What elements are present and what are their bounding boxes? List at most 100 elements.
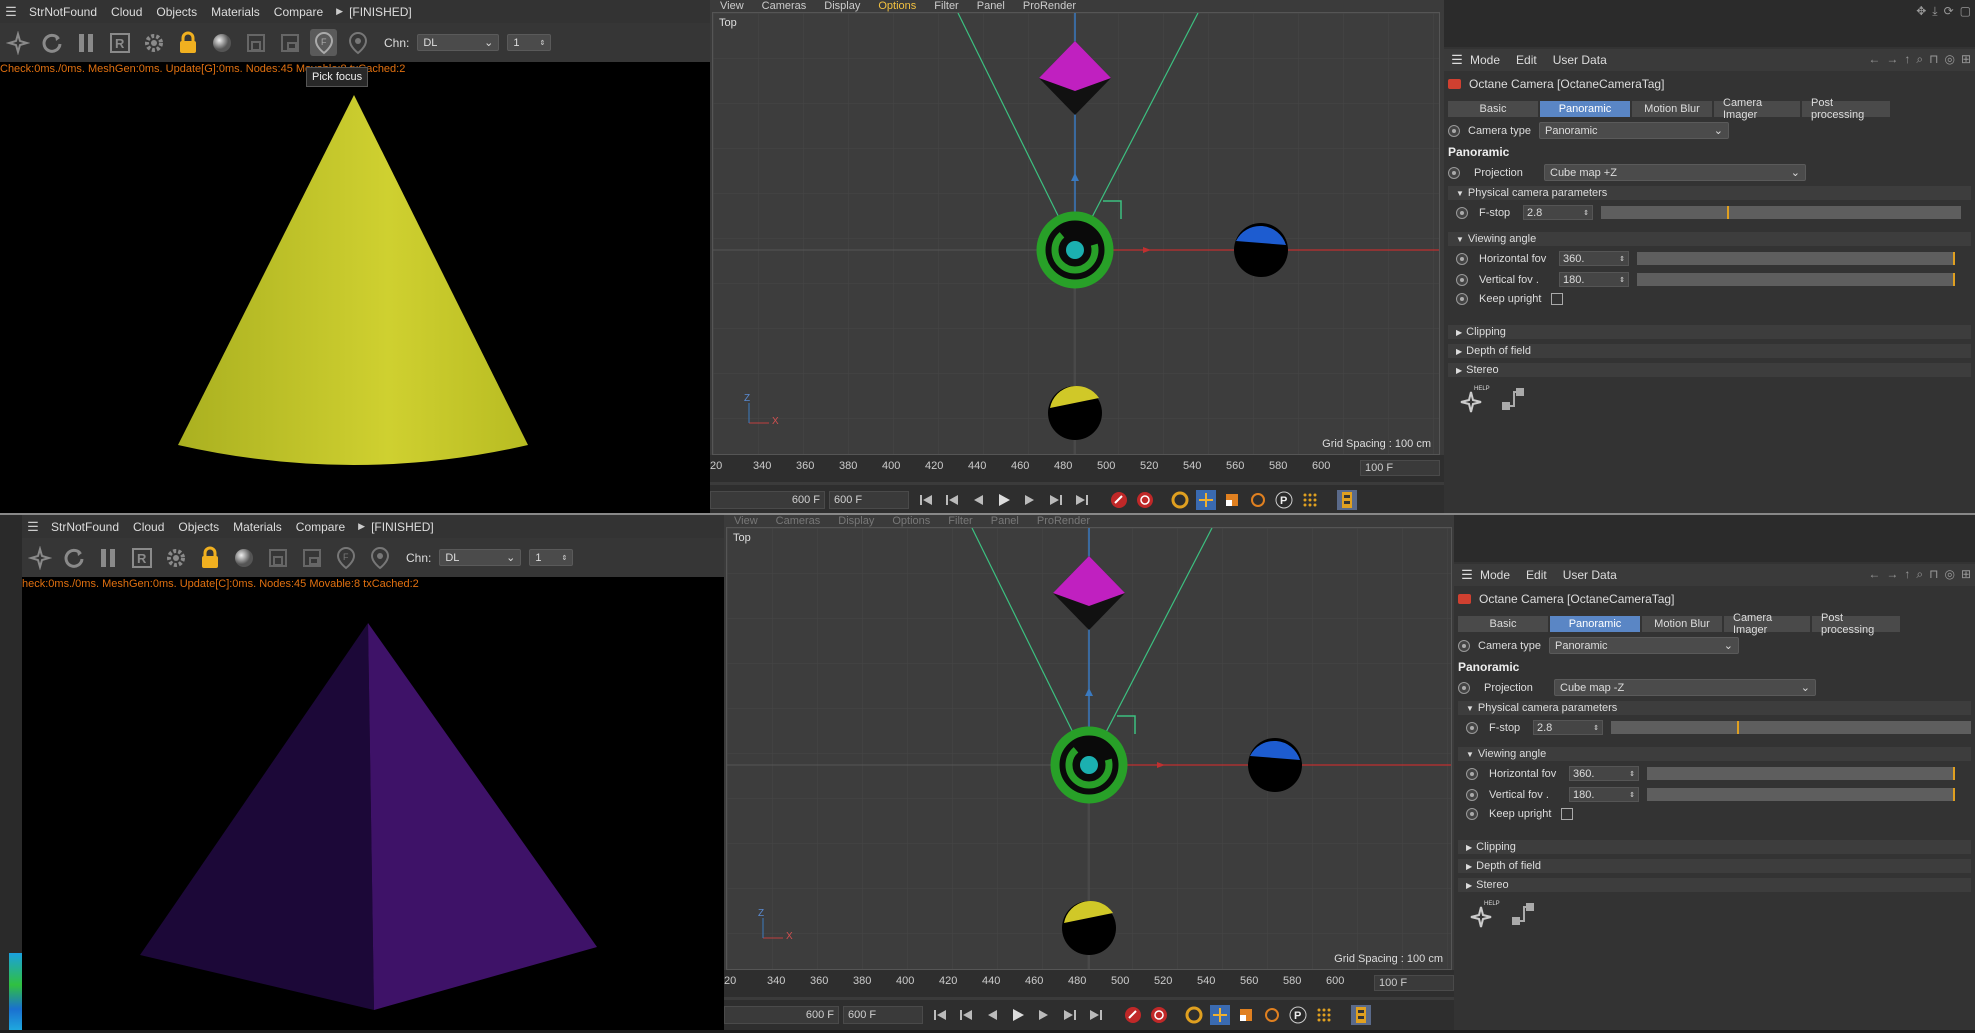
vfov-field[interactable]: 180. ⇕ bbox=[1569, 787, 1639, 802]
vp-menu-prorender[interactable]: ProRender bbox=[1023, 0, 1076, 12]
keep-upright-anim-icon[interactable] bbox=[1466, 808, 1478, 820]
attr-menu-userdata[interactable]: User Data bbox=[1553, 53, 1607, 67]
timeline-layout-icon[interactable] bbox=[1351, 1005, 1371, 1025]
timeline-layout-icon[interactable] bbox=[1337, 490, 1357, 510]
pick-focus-icon[interactable]: F bbox=[310, 29, 337, 56]
keyframe-selection-icon[interactable] bbox=[1170, 490, 1190, 510]
attr-menu-edit[interactable]: Edit bbox=[1516, 53, 1537, 67]
vfov-slider[interactable] bbox=[1637, 273, 1955, 286]
material-ball-icon[interactable] bbox=[208, 29, 235, 56]
octane-send-scene-icon[interactable] bbox=[26, 544, 53, 571]
hfov-slider-marker[interactable] bbox=[1953, 252, 1955, 265]
pla-key-icon[interactable] bbox=[1314, 1005, 1334, 1025]
tab-panoramic[interactable]: Panoramic bbox=[1540, 101, 1630, 117]
scale-key-icon[interactable] bbox=[1236, 1005, 1256, 1025]
vp-menu-panel[interactable]: Panel bbox=[977, 0, 1005, 12]
fstop-slider-marker[interactable] bbox=[1727, 206, 1729, 219]
group-clipping[interactable]: ▶ Clipping bbox=[1458, 840, 1971, 854]
material-ball-icon[interactable] bbox=[230, 544, 257, 571]
hfov-slider[interactable] bbox=[1637, 252, 1955, 265]
forward-arrow-icon[interactable]: → bbox=[1886, 567, 1898, 582]
forward-arrow-icon[interactable]: → bbox=[1886, 52, 1898, 67]
go-to-start-icon[interactable] bbox=[930, 1005, 950, 1025]
parameter-key-icon[interactable]: P bbox=[1274, 490, 1294, 510]
group-clipping[interactable]: ▶ Clipping bbox=[1448, 325, 1971, 339]
next-key-icon[interactable] bbox=[1046, 490, 1066, 510]
fstop-slider-marker[interactable] bbox=[1737, 721, 1739, 734]
pause-icon[interactable] bbox=[72, 29, 99, 56]
hfov-anim-icon[interactable] bbox=[1466, 767, 1478, 780]
pick-material-icon[interactable] bbox=[366, 544, 393, 571]
hfov-field[interactable]: 360. ⇕ bbox=[1569, 766, 1639, 781]
node-editor-icon[interactable] bbox=[1498, 385, 1528, 418]
camera-type-anim-icon[interactable] bbox=[1448, 124, 1460, 137]
region-render-icon[interactable]: R bbox=[128, 544, 155, 571]
tab-panoramic[interactable]: Panoramic bbox=[1550, 616, 1640, 632]
move-icon[interactable]: ✥ bbox=[1916, 4, 1926, 19]
settings-gear-icon[interactable] bbox=[162, 544, 189, 571]
frame-start-field[interactable]: 600 F bbox=[710, 491, 825, 509]
pla-key-icon[interactable] bbox=[1300, 490, 1320, 510]
pick-focus-icon[interactable]: F bbox=[332, 544, 359, 571]
viewport-view-label[interactable]: Top bbox=[719, 17, 737, 29]
play-icon[interactable] bbox=[994, 490, 1014, 510]
record-icon[interactable] bbox=[1109, 490, 1129, 510]
frame-end-field[interactable]: 600 F bbox=[829, 491, 909, 509]
vp-menu-cameras[interactable]: Cameras bbox=[762, 0, 807, 12]
node-editor-icon[interactable] bbox=[1508, 900, 1538, 933]
menu-strnotfound[interactable]: StrNotFound bbox=[29, 5, 97, 19]
vp-menu-display[interactable]: Display bbox=[824, 0, 860, 12]
fstop-slider[interactable] bbox=[1611, 721, 1971, 734]
fstop-field[interactable]: 2.8 ⇕ bbox=[1523, 205, 1593, 220]
search-icon[interactable]: ⌕ bbox=[1916, 567, 1923, 582]
vp-menu-filter[interactable]: Filter bbox=[934, 0, 958, 12]
back-arrow-icon[interactable]: ← bbox=[1868, 52, 1880, 67]
clay-mode-icon[interactable] bbox=[242, 29, 269, 56]
vp-menu-options[interactable]: Options bbox=[878, 0, 916, 12]
search-icon[interactable]: ⌕ bbox=[1916, 52, 1923, 67]
octane-help-icon[interactable]: HELP bbox=[1456, 386, 1490, 418]
keep-upright-checkbox[interactable] bbox=[1551, 293, 1564, 305]
vfov-slider[interactable] bbox=[1647, 788, 1955, 801]
restart-icon[interactable] bbox=[38, 29, 65, 56]
back-arrow-icon[interactable]: ← bbox=[1868, 567, 1880, 582]
target-icon[interactable]: ◎ bbox=[1944, 567, 1954, 582]
attr-menu-userdata[interactable]: User Data bbox=[1563, 568, 1617, 582]
group-physical-camera[interactable]: ▼ Physical camera parameters bbox=[1448, 186, 1971, 200]
new-window-icon[interactable]: ⊞ bbox=[1961, 52, 1971, 67]
vp-menu-prorender[interactable]: ProRender bbox=[1037, 515, 1090, 527]
menu-cloud[interactable]: Cloud bbox=[133, 520, 164, 534]
group-stereo[interactable]: ▶ Stereo bbox=[1458, 878, 1971, 892]
projection-anim-icon[interactable] bbox=[1448, 166, 1460, 179]
lock-icon[interactable] bbox=[174, 29, 201, 56]
attr-hamburger-icon[interactable]: ☰ bbox=[1444, 52, 1470, 68]
menu-materials[interactable]: Materials bbox=[211, 5, 260, 19]
timeline-ruler[interactable]: 20 340 360 380 400 420 440 460 480 500 520 540 560 58… bbox=[724, 970, 1454, 997]
next-frame-icon[interactable] bbox=[1020, 490, 1040, 510]
refresh-icon[interactable]: ⟳ bbox=[1944, 4, 1954, 19]
keep-upright-checkbox[interactable] bbox=[1561, 808, 1574, 820]
new-window-icon[interactable]: ⊞ bbox=[1961, 567, 1971, 582]
vfov-anim-icon[interactable] bbox=[1456, 273, 1468, 286]
window-icon[interactable]: ▢ bbox=[1960, 4, 1971, 19]
viewport-canvas[interactable]: Z X Top Grid Spacing : 100 cm bbox=[712, 12, 1440, 455]
menu-objects[interactable]: Objects bbox=[156, 5, 197, 19]
group-viewing-angle[interactable]: ▼ Viewing angle bbox=[1448, 232, 1971, 246]
attr-hamburger-icon[interactable]: ☰ bbox=[1454, 567, 1480, 583]
channel-select[interactable]: DL ⌄ bbox=[439, 549, 522, 566]
next-frame-icon[interactable] bbox=[1034, 1005, 1054, 1025]
viewport-view-label[interactable]: Top bbox=[733, 532, 751, 544]
tab-basic[interactable]: Basic bbox=[1448, 101, 1538, 117]
menu-compare[interactable]: Compare bbox=[274, 5, 323, 19]
menu-more-arrow-icon[interactable]: ▶ bbox=[358, 521, 365, 532]
attr-menu-mode[interactable]: Mode bbox=[1470, 53, 1500, 67]
vp-menu-view[interactable]: View bbox=[734, 515, 758, 527]
keyframe-selection-icon[interactable] bbox=[1184, 1005, 1204, 1025]
play-icon[interactable] bbox=[1008, 1005, 1028, 1025]
projection-select[interactable]: Cube map +Z ⌄ bbox=[1544, 164, 1806, 181]
pick-material-icon[interactable] bbox=[344, 29, 371, 56]
fstop-field[interactable]: 2.8 ⇕ bbox=[1533, 720, 1603, 735]
tab-camera-imager[interactable]: Camera Imager bbox=[1724, 612, 1810, 636]
fstop-anim-icon[interactable] bbox=[1456, 206, 1468, 219]
group-viewing-angle[interactable]: ▼ Viewing angle bbox=[1458, 747, 1971, 761]
